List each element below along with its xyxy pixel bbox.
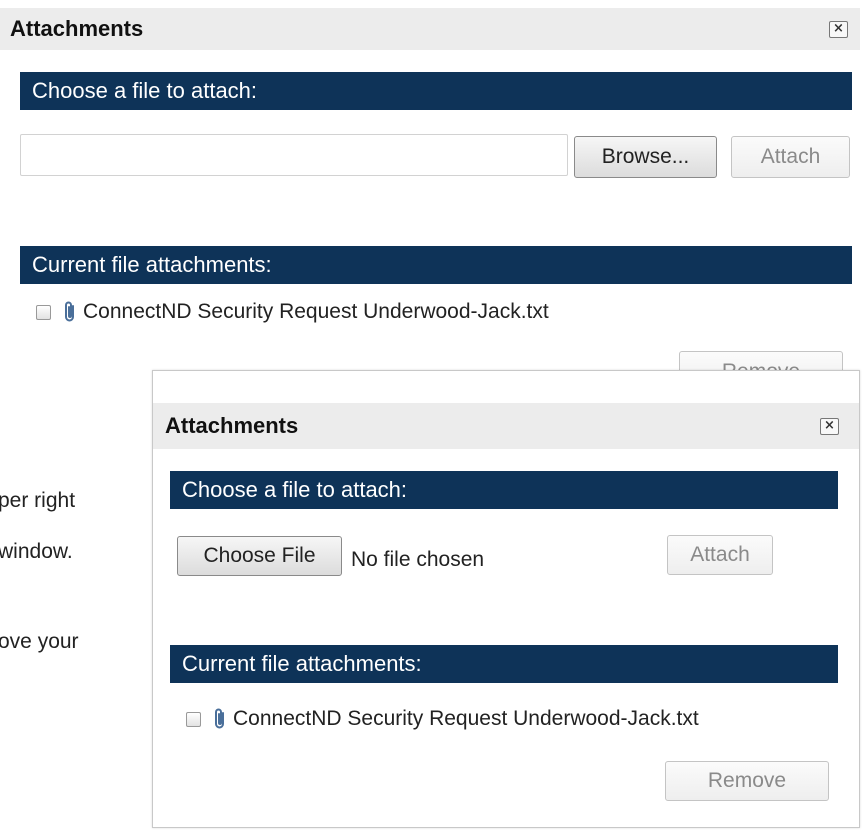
section-current-attachments: Current file attachments: [170,645,838,683]
attachment-checkbox[interactable] [36,304,51,320]
close-icon[interactable]: × [820,417,839,435]
attachment-list-item: ConnectND Security Request Underwood-Jac… [36,300,549,324]
paperclip-icon [65,301,74,322]
dialog-titlebar: Attachments × [153,403,859,449]
attach-button[interactable]: Attach [667,535,773,575]
background-text-line-3: ove your [0,630,79,653]
attachment-list-item: ConnectND Security Request Underwood-Jac… [186,707,699,731]
remove-button[interactable]: Remove [665,761,829,801]
attachment-filename[interactable]: ConnectND Security Request Underwood-Jac… [233,707,699,731]
no-file-chosen-text: No file chosen [351,548,485,571]
file-path-input[interactable] [20,134,568,176]
attachment-checkbox[interactable] [186,711,201,727]
dialog-title: Attachments [165,413,299,438]
section-choose-file: Choose a file to attach: [170,471,838,509]
dialog-titlebar: Attachments × [0,8,860,50]
section-current-attachments: Current file attachments: [20,246,852,284]
section-choose-file: Choose a file to attach: [20,72,852,110]
paperclip-icon [215,708,224,729]
background-text-line-2: window. [0,540,73,563]
attachments-dialog-browse: Attachments × Choose a file to attach: B… [0,0,868,400]
attachments-dialog-choose-file: Attachments × Choose a file to attach: C… [152,370,860,828]
close-icon[interactable]: × [829,20,848,38]
browse-button[interactable]: Browse... [574,136,717,178]
background-text-line-1: per right [0,489,76,512]
attach-button[interactable]: Attach [731,136,850,178]
choose-file-button[interactable]: Choose File [177,536,342,576]
dialog-title: Attachments [10,16,144,41]
attachment-filename[interactable]: ConnectND Security Request Underwood-Jac… [83,300,549,324]
